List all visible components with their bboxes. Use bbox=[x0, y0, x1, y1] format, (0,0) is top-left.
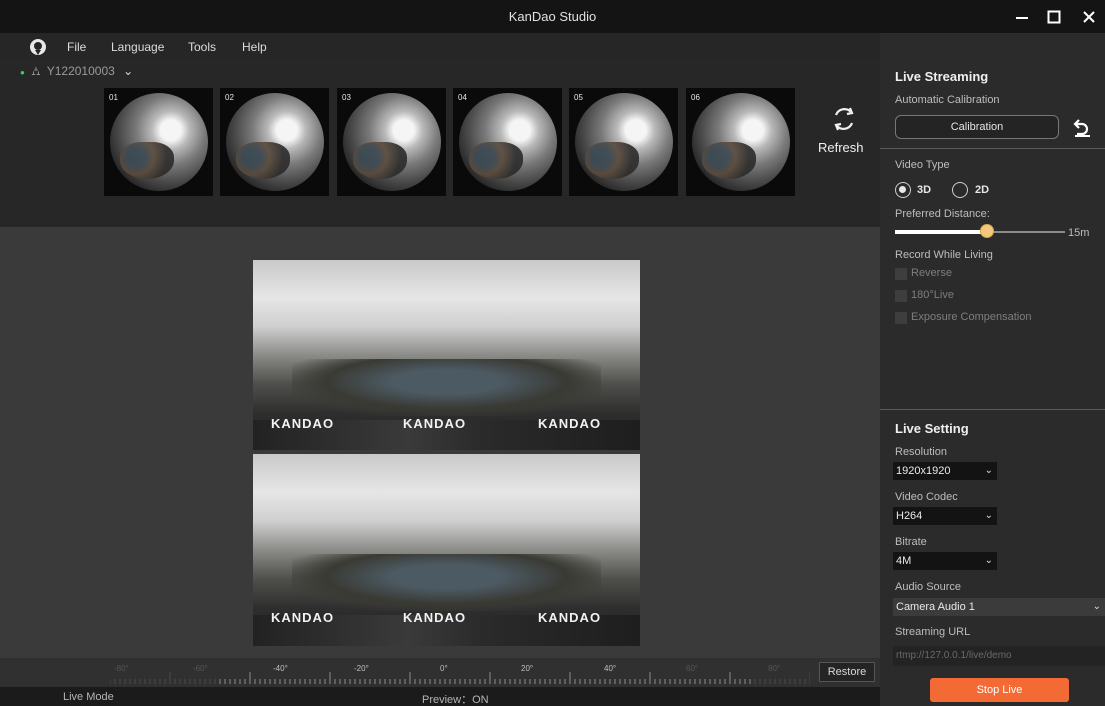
codec-value: H264 bbox=[896, 510, 923, 522]
thumbnail-number: 05 bbox=[574, 93, 583, 102]
camera-thumbnail-3[interactable]: 03 bbox=[337, 88, 446, 196]
chevron-down-icon: ⌄ bbox=[123, 64, 134, 78]
menu-language[interactable]: Language bbox=[111, 40, 164, 54]
live-180-checkbox[interactable] bbox=[895, 290, 907, 302]
streaming-url-label: Streaming URL bbox=[895, 626, 971, 638]
live-setting-title: Live Setting bbox=[895, 421, 969, 436]
exposure-compensation-label: Exposure Compensation bbox=[911, 311, 1032, 323]
maximize-button[interactable] bbox=[1043, 6, 1065, 28]
connection-dot-icon: ● bbox=[20, 68, 25, 77]
restore-button[interactable]: Restore bbox=[819, 662, 875, 682]
minimize-icon bbox=[1016, 17, 1028, 19]
auto-calibration-label: Automatic Calibration bbox=[895, 94, 1000, 106]
thumbnail-number: 06 bbox=[691, 93, 700, 102]
stop-live-button[interactable]: Stop Live bbox=[930, 678, 1069, 702]
record-while-living-label: Record While Living bbox=[895, 249, 993, 261]
distance-slider-fill bbox=[895, 230, 987, 234]
ruler-label: 40° bbox=[604, 664, 617, 673]
reverse-label: Reverse bbox=[911, 267, 952, 279]
camera-thumbnail-6[interactable]: 06 bbox=[686, 88, 795, 196]
radio-3d[interactable] bbox=[895, 182, 911, 198]
ruler-label: -20° bbox=[354, 664, 369, 673]
reverse-checkbox[interactable] bbox=[895, 268, 907, 280]
network-icon: ⛼ bbox=[31, 64, 41, 78]
watermark: KANDAO bbox=[271, 610, 335, 625]
watermark: KANDAO bbox=[538, 610, 602, 625]
ruler-label: 80° bbox=[768, 664, 781, 673]
radio-2d-label: 2D bbox=[975, 184, 990, 196]
ruler-label: 0° bbox=[440, 664, 448, 673]
distance-value: 15m bbox=[1068, 227, 1090, 239]
refresh-button-label[interactable]: Refresh bbox=[818, 140, 864, 155]
distance-slider-handle[interactable] bbox=[979, 224, 994, 238]
ruler-label: 20° bbox=[521, 664, 534, 673]
live-180-label: 180°Live bbox=[911, 289, 954, 301]
close-icon bbox=[1083, 11, 1095, 23]
streaming-url-input[interactable]: rtmp://127.0.0.1/live/demo bbox=[893, 646, 1105, 666]
refresh-icon[interactable] bbox=[830, 105, 858, 133]
camera-thumbnail-5[interactable]: 05 bbox=[569, 88, 678, 196]
camera-thumbnail-4[interactable]: 04 bbox=[453, 88, 562, 196]
app-logo-icon bbox=[30, 39, 46, 55]
exposure-compensation-checkbox[interactable] bbox=[895, 312, 907, 324]
audio-source-select[interactable]: Camera Audio 1 ⌄ bbox=[893, 598, 1105, 616]
ruler-ticks bbox=[110, 672, 810, 684]
device-selector[interactable]: ● ⛼ Y122010003 ⌄ bbox=[20, 64, 133, 80]
resolution-value: 1920x1920 bbox=[896, 465, 951, 477]
ruler-label: 60° bbox=[686, 664, 699, 673]
calibration-button[interactable]: Calibration bbox=[895, 115, 1059, 139]
audio-source-label: Audio Source bbox=[895, 581, 962, 593]
radio-2d[interactable] bbox=[952, 182, 968, 198]
live-streaming-title: Live Streaming bbox=[895, 69, 989, 84]
close-button[interactable] bbox=[1078, 6, 1100, 28]
chevron-down-icon: ⌄ bbox=[984, 510, 993, 521]
preview-status: Preview：ON bbox=[422, 694, 489, 706]
live-mode-status: Live Mode bbox=[63, 691, 114, 703]
ruler-label: -40° bbox=[273, 664, 288, 673]
minimize-button[interactable] bbox=[1011, 6, 1033, 28]
bitrate-select[interactable]: 4M ⌄ bbox=[893, 552, 997, 570]
watermark: KANDAO bbox=[403, 610, 467, 625]
title-bar: KanDao Studio bbox=[0, 0, 1105, 33]
watermark: KANDAO bbox=[403, 416, 467, 431]
camera-thumbnail-1[interactable]: 01 bbox=[104, 88, 213, 196]
video-codec-select[interactable]: H264 ⌄ bbox=[893, 507, 997, 525]
camera-thumbnail-2[interactable]: 02 bbox=[220, 88, 329, 196]
window-title: KanDao Studio bbox=[508, 9, 597, 24]
watermark: KANDAO bbox=[538, 416, 602, 431]
audio-source-value: Camera Audio 1 bbox=[896, 601, 975, 613]
resolution-select[interactable]: 1920x1920 ⌄ bbox=[893, 462, 997, 480]
panorama-bottom: KANDAO KANDAO KANDAO bbox=[253, 454, 640, 646]
ruler-label: -80° bbox=[114, 664, 129, 673]
watermark: KANDAO bbox=[271, 416, 335, 431]
thumbnail-number: 03 bbox=[342, 93, 351, 102]
panorama-top: KANDAO KANDAO KANDAO bbox=[253, 260, 640, 450]
radio-3d-label: 3D bbox=[917, 184, 932, 196]
chevron-down-icon: ⌄ bbox=[984, 555, 993, 566]
device-id: Y122010003 bbox=[46, 64, 115, 78]
menu-file[interactable]: File bbox=[67, 40, 86, 54]
video-codec-label: Video Codec bbox=[895, 491, 958, 503]
thumbnail-number: 04 bbox=[458, 93, 467, 102]
ruler-label: -60° bbox=[193, 664, 208, 673]
undo-icon[interactable] bbox=[1072, 117, 1094, 137]
thumbnail-number: 01 bbox=[109, 93, 118, 102]
thumbnail-number: 02 bbox=[225, 93, 234, 102]
menu-tools[interactable]: Tools bbox=[188, 40, 216, 54]
video-type-label: Video Type bbox=[895, 159, 950, 171]
section-divider bbox=[880, 409, 1105, 410]
resolution-label: Resolution bbox=[895, 446, 947, 458]
bitrate-label: Bitrate bbox=[895, 536, 927, 548]
menu-help[interactable]: Help bbox=[242, 40, 267, 54]
chevron-down-icon: ⌄ bbox=[984, 465, 993, 476]
section-divider bbox=[880, 148, 1105, 149]
chevron-down-icon: ⌄ bbox=[1092, 601, 1101, 612]
maximize-icon bbox=[1047, 10, 1061, 24]
preferred-distance-label: Preferred Distance: bbox=[895, 208, 990, 220]
bitrate-value: 4M bbox=[896, 555, 912, 567]
